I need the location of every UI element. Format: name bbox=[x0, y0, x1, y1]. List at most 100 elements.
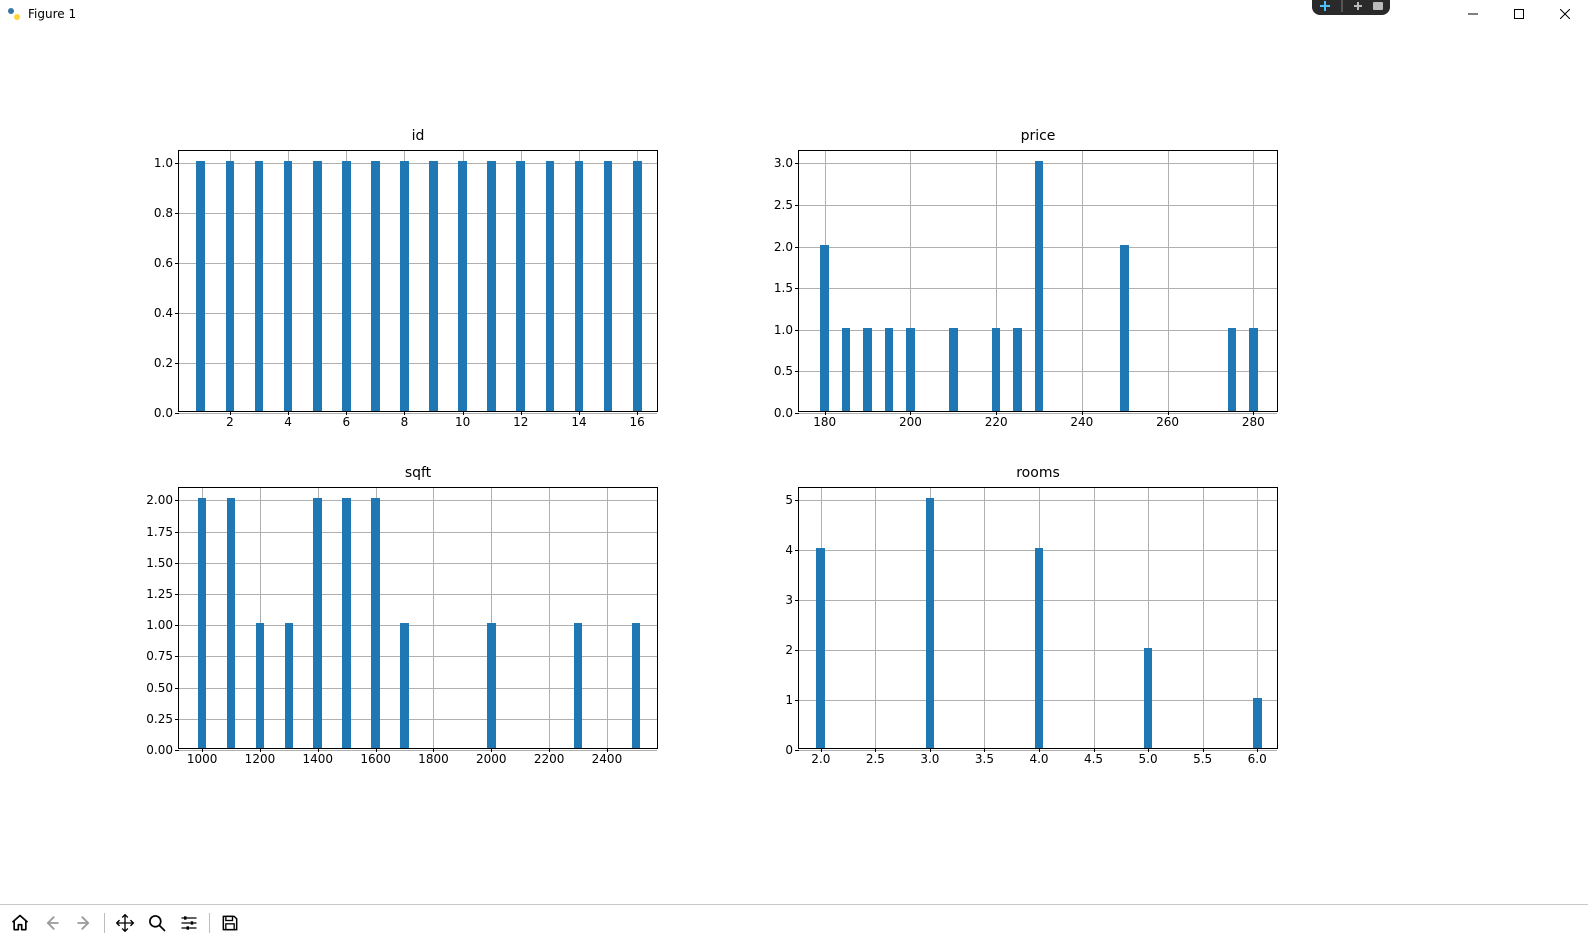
back-button[interactable] bbox=[38, 909, 66, 937]
bar bbox=[313, 161, 322, 411]
grid-line bbox=[179, 413, 657, 414]
bar bbox=[226, 161, 235, 411]
bar bbox=[313, 498, 322, 748]
grid-line bbox=[1082, 151, 1083, 411]
tick-mark bbox=[795, 247, 799, 248]
bar bbox=[256, 623, 265, 748]
bar bbox=[926, 498, 935, 748]
x-tick-label: 180 bbox=[813, 415, 836, 429]
bar bbox=[906, 328, 915, 411]
bar bbox=[546, 161, 555, 411]
axes-title: price bbox=[798, 128, 1278, 144]
pan-button[interactable] bbox=[111, 909, 139, 937]
x-tick-label: 1000 bbox=[187, 752, 218, 766]
y-tick-label: 1.25 bbox=[146, 587, 173, 601]
y-tick-label: 0.0 bbox=[154, 406, 173, 420]
bar bbox=[992, 328, 1001, 411]
grid-line bbox=[799, 413, 1277, 414]
tick-mark bbox=[795, 500, 799, 501]
x-tick-label: 16 bbox=[630, 415, 645, 429]
bar bbox=[196, 161, 205, 411]
bar bbox=[1253, 698, 1262, 748]
x-tick-label: 200 bbox=[899, 415, 922, 429]
y-tick-label: 3 bbox=[785, 593, 793, 607]
bar bbox=[487, 623, 496, 748]
bar bbox=[1249, 328, 1258, 411]
tick-mark bbox=[175, 750, 179, 751]
forward-button[interactable] bbox=[70, 909, 98, 937]
tick-mark bbox=[175, 413, 179, 414]
grid-line bbox=[179, 363, 657, 364]
x-tick-label: 2000 bbox=[476, 752, 507, 766]
tick-mark bbox=[795, 163, 799, 164]
tick-mark bbox=[175, 500, 179, 501]
configure-subplots-button[interactable] bbox=[175, 909, 203, 937]
tick-mark bbox=[795, 288, 799, 289]
tick-mark bbox=[175, 656, 179, 657]
y-tick-label: 0.75 bbox=[146, 649, 173, 663]
tick-mark bbox=[175, 688, 179, 689]
x-tick-label: 3.5 bbox=[975, 752, 994, 766]
x-tick-label: 6.0 bbox=[1248, 752, 1267, 766]
bar bbox=[227, 498, 236, 748]
tick-mark bbox=[175, 594, 179, 595]
bar bbox=[842, 328, 851, 411]
tick-mark bbox=[795, 550, 799, 551]
x-tick-label: 8 bbox=[401, 415, 409, 429]
grid-line bbox=[179, 500, 657, 501]
grid-line bbox=[1203, 488, 1204, 748]
zoom-button[interactable] bbox=[143, 909, 171, 937]
bar bbox=[574, 623, 583, 748]
y-tick-label: 1.50 bbox=[146, 556, 173, 570]
bar bbox=[342, 161, 351, 411]
y-tick-label: 2.5 bbox=[774, 198, 793, 212]
grid-line bbox=[179, 213, 657, 214]
y-tick-label: 0.00 bbox=[146, 743, 173, 757]
y-tick-label: 0.8 bbox=[154, 206, 173, 220]
bar bbox=[604, 161, 613, 411]
y-tick-label: 5 bbox=[785, 493, 793, 507]
tick-mark bbox=[795, 700, 799, 701]
grid-line bbox=[179, 594, 657, 595]
tick-mark bbox=[175, 532, 179, 533]
axes-title: rooms bbox=[798, 465, 1278, 481]
y-tick-label: 1.00 bbox=[146, 618, 173, 632]
bar bbox=[285, 623, 294, 748]
grid-line bbox=[179, 313, 657, 314]
tick-mark bbox=[175, 363, 179, 364]
grid-line bbox=[607, 488, 608, 748]
plot-area: 0123452.02.53.03.54.04.55.05.56.0 bbox=[798, 487, 1278, 749]
bar bbox=[400, 161, 409, 411]
bar bbox=[342, 498, 351, 748]
tick-mark bbox=[175, 563, 179, 564]
y-tick-label: 2.00 bbox=[146, 493, 173, 507]
toolbar-separator bbox=[104, 913, 105, 933]
home-button[interactable] bbox=[6, 909, 34, 937]
y-tick-label: 2 bbox=[785, 643, 793, 657]
bar bbox=[198, 498, 207, 748]
x-tick-label: 5.5 bbox=[1193, 752, 1212, 766]
save-button[interactable] bbox=[216, 909, 244, 937]
axes-title: id bbox=[178, 128, 658, 144]
tick-mark bbox=[795, 413, 799, 414]
x-tick-label: 10 bbox=[455, 415, 470, 429]
bar bbox=[863, 328, 872, 411]
overlay-widget bbox=[1312, 0, 1390, 15]
bar bbox=[1144, 648, 1153, 748]
maximize-button[interactable] bbox=[1496, 0, 1542, 28]
y-tick-label: 4 bbox=[785, 543, 793, 557]
x-tick-label: 280 bbox=[1242, 415, 1265, 429]
window-titlebar: Figure 1 bbox=[0, 0, 1588, 28]
overlay-square-icon bbox=[1372, 0, 1384, 12]
y-tick-label: 0.5 bbox=[774, 364, 793, 378]
close-button[interactable] bbox=[1542, 0, 1588, 28]
axes-sqft: sqft0.000.250.500.751.001.251.501.752.00… bbox=[178, 487, 658, 749]
x-tick-label: 1600 bbox=[360, 752, 391, 766]
x-tick-label: 2 bbox=[226, 415, 234, 429]
minimize-button[interactable] bbox=[1450, 0, 1496, 28]
x-tick-label: 220 bbox=[985, 415, 1008, 429]
x-tick-label: 1400 bbox=[303, 752, 334, 766]
grid-line bbox=[1094, 488, 1095, 748]
bar bbox=[371, 161, 380, 411]
tick-mark bbox=[795, 750, 799, 751]
